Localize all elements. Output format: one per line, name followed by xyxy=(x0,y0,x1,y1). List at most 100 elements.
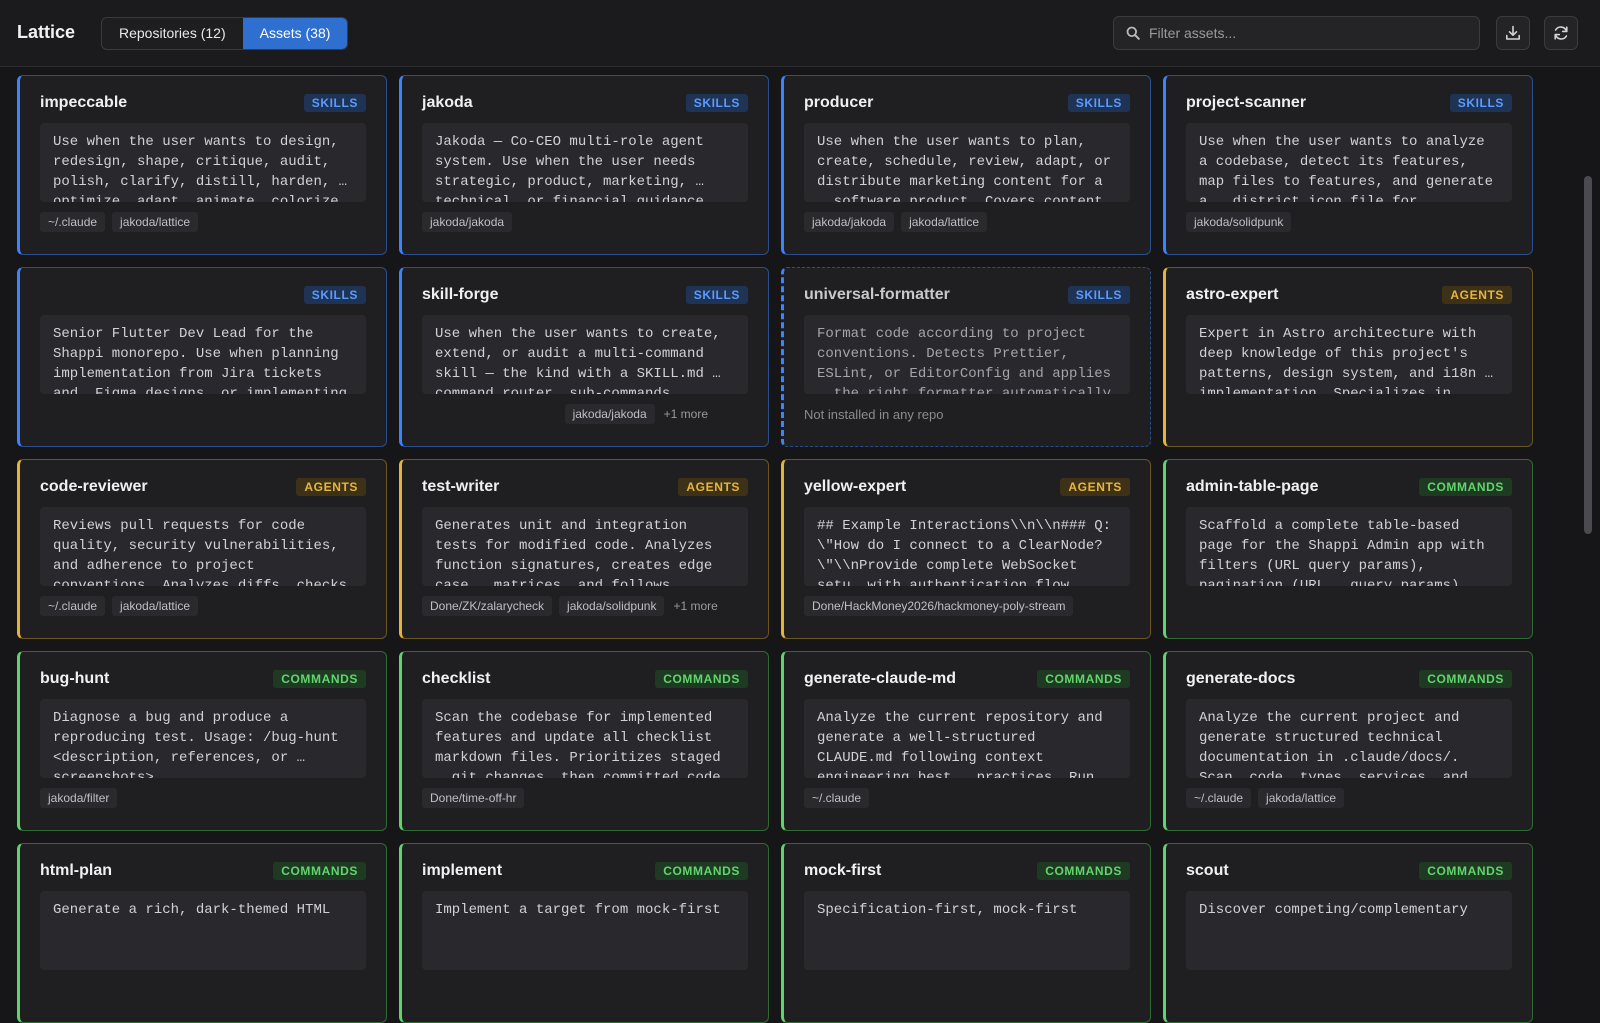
asset-type-badge: COMMANDS xyxy=(655,670,748,688)
repo-tag[interactable]: jakoda/lattice xyxy=(901,212,988,232)
asset-card[interactable]: implement COMMANDS Implement a target from… xyxy=(399,843,769,1023)
asset-title: admin-table-page xyxy=(1186,478,1319,495)
asset-card[interactable]: yellow-expert AGENTS ## Example Interactio… xyxy=(781,459,1151,639)
repo-tag[interactable]: Done/ZK/zalarycheck xyxy=(422,596,553,616)
asset-card[interactable]: astro-expert AGENTS Expert in Astro archit… xyxy=(1163,267,1533,447)
refresh-icon xyxy=(1554,26,1568,40)
asset-description: Analyze the current project and generate… xyxy=(1186,699,1512,778)
repo-tag[interactable]: jakoda/solidpunk xyxy=(559,596,665,616)
asset-card-header: yellow-expert AGENTS xyxy=(804,476,1130,498)
asset-repo-tags xyxy=(422,980,748,1000)
asset-card-header: universal-formatter SKILLS xyxy=(804,284,1130,306)
asset-description: Use when the user wants to analyze a cod… xyxy=(1186,123,1512,202)
asset-card[interactable]: skill-forge SKILLS Use when the user wants… xyxy=(399,267,769,447)
asset-repo-tags xyxy=(40,980,366,1000)
asset-card[interactable]: checklist COMMANDS Scan the codebase for i… xyxy=(399,651,769,831)
repo-tag[interactable]: ~/.claude xyxy=(804,788,870,808)
top-bar: Lattice Repositories (12) Assets (38) xyxy=(0,0,1600,67)
asset-title: implement xyxy=(422,862,503,879)
asset-card[interactable]: jakoda SKILLS Jakoda — Co-CEO multi-role a… xyxy=(399,75,769,255)
download-icon xyxy=(1505,25,1520,40)
asset-description: Format code according to project convent… xyxy=(804,315,1130,394)
asset-type-badge: COMMANDS xyxy=(1419,862,1512,880)
asset-title: code-reviewer xyxy=(40,478,148,495)
asset-repo-tags xyxy=(804,980,1130,1000)
asset-card[interactable]: scout COMMANDS Discover competing/compleme… xyxy=(1163,843,1533,1023)
asset-repo-tags: jakoda/jakoda jakoda/lattice xyxy=(804,212,1130,232)
repo-tag[interactable]: Done/HackMoney2026/hackmoney-poly-stream xyxy=(804,596,1074,616)
repo-tag[interactable]: ~/.claude xyxy=(1186,788,1252,808)
asset-card[interactable]: test-writer AGENTS Generates unit and inte… xyxy=(399,459,769,639)
asset-type-badge: SKILLS xyxy=(685,286,748,304)
asset-card[interactable]: bug-hunt COMMANDS Diagnose a bug and produ… xyxy=(17,651,387,831)
asset-type-badge: AGENTS xyxy=(1060,478,1130,496)
asset-card-header: generate-claude-md COMMANDS xyxy=(804,668,1130,690)
asset-card[interactable]: mock-first COMMANDS Specification-first, m… xyxy=(781,843,1151,1023)
asset-card[interactable]: SKILLS Senior Flutter Dev Lead for the Sh… xyxy=(17,267,387,447)
asset-title: generate-docs xyxy=(1186,670,1296,687)
repo-tag[interactable]: jakoda/lattice xyxy=(112,212,199,232)
repo-tag[interactable]: jakoda/filter xyxy=(40,788,118,808)
tab-assets[interactable]: Assets (38) xyxy=(242,18,348,49)
asset-card[interactable]: project-scanner SKILLS Use when the user w… xyxy=(1163,75,1533,255)
asset-card[interactable]: html-plan COMMANDS Generate a rich, dark-t… xyxy=(17,843,387,1023)
view-tabs: Repositories (12) Assets (38) xyxy=(101,17,349,50)
asset-repo-tags: Done/ZK/zalarycheck jakoda/solidpunk +1 mo… xyxy=(422,596,748,616)
asset-type-badge: SKILLS xyxy=(685,94,748,112)
asset-card[interactable]: code-reviewer AGENTS Reviews pull requests… xyxy=(17,459,387,639)
tab-repositories[interactable]: Repositories (12) xyxy=(102,18,243,49)
asset-repo-tags xyxy=(40,404,366,424)
repo-tag[interactable]: ~/.claude xyxy=(40,596,106,616)
asset-card[interactable]: admin-table-page COMMANDS Scaffold a compl… xyxy=(1163,459,1533,639)
asset-type-badge: SKILLS xyxy=(1067,94,1130,112)
repo-tag[interactable]: jakoda/lattice xyxy=(112,596,199,616)
asset-card-header: jakoda SKILLS xyxy=(422,92,748,114)
more-repos-link[interactable]: +1 more xyxy=(671,599,717,613)
download-button[interactable] xyxy=(1496,16,1530,50)
asset-card-header: mock-first COMMANDS xyxy=(804,860,1130,882)
more-repos-link[interactable]: +1 more xyxy=(662,407,708,421)
asset-type-badge: COMMANDS xyxy=(1419,670,1512,688)
asset-title: impeccable xyxy=(40,94,128,111)
asset-card-header: SKILLS xyxy=(40,284,366,306)
asset-card-header: bug-hunt COMMANDS xyxy=(40,668,366,690)
asset-title: html-plan xyxy=(40,862,112,879)
asset-card[interactable]: impeccable SKILLS Use when the user wants … xyxy=(17,75,387,255)
repo-tag[interactable]: jakoda/jakoda xyxy=(804,212,895,232)
asset-type-badge: COMMANDS xyxy=(1037,670,1130,688)
app-title: Lattice xyxy=(17,22,76,42)
asset-card-header: project-scanner SKILLS xyxy=(1186,92,1512,114)
asset-type-badge: COMMANDS xyxy=(273,862,366,880)
asset-repo-tags xyxy=(1186,980,1512,1000)
asset-repo-tags: ~/.claude jakoda/lattice xyxy=(40,212,366,232)
asset-repo-tags: Not installed in any repo xyxy=(804,404,1130,424)
asset-card-header: astro-expert AGENTS xyxy=(1186,284,1512,306)
asset-title: scout xyxy=(1186,862,1229,879)
repo-tag[interactable]: jakoda/lattice xyxy=(1258,788,1345,808)
asset-card[interactable]: generate-claude-md COMMANDS Analyze the cu… xyxy=(781,651,1151,831)
asset-title: test-writer xyxy=(422,478,500,495)
asset-card[interactable]: universal-formatter SKILLS Format code acc… xyxy=(781,267,1151,447)
repo-tag[interactable]: jakoda/jakoda xyxy=(564,404,655,424)
asset-description: Use when the user wants to create, exten… xyxy=(422,315,748,394)
repo-tag[interactable]: Done/time-off-hr xyxy=(422,788,525,808)
asset-card-header: html-plan COMMANDS xyxy=(40,860,366,882)
asset-description: Generate a rich, dark-themed HTML xyxy=(40,891,366,970)
asset-title: producer xyxy=(804,94,874,111)
asset-card[interactable]: producer SKILLS Use when the user wants to… xyxy=(781,75,1151,255)
repo-tag[interactable]: jakoda/solidpunk xyxy=(1186,212,1292,232)
asset-grid: impeccable SKILLS Use when the user wants … xyxy=(17,75,1533,1023)
asset-type-badge: AGENTS xyxy=(1442,286,1512,304)
asset-repo-tags: jakoda/filter xyxy=(40,788,366,808)
asset-card[interactable]: generate-docs COMMANDS Analyze the current… xyxy=(1163,651,1533,831)
repo-tag[interactable]: jakoda/jakoda xyxy=(422,212,513,232)
scrollbar[interactable] xyxy=(1584,176,1592,534)
asset-title: mock-first xyxy=(804,862,882,879)
asset-type-badge: COMMANDS xyxy=(1037,862,1130,880)
asset-description: Implement a target from mock-first xyxy=(422,891,748,970)
search-input[interactable] xyxy=(1149,25,1469,41)
asset-description: Discover competing/complementary xyxy=(1186,891,1512,970)
repo-tag[interactable]: ~/.claude xyxy=(40,212,106,232)
asset-card-header: test-writer AGENTS xyxy=(422,476,748,498)
refresh-button[interactable] xyxy=(1544,16,1578,50)
